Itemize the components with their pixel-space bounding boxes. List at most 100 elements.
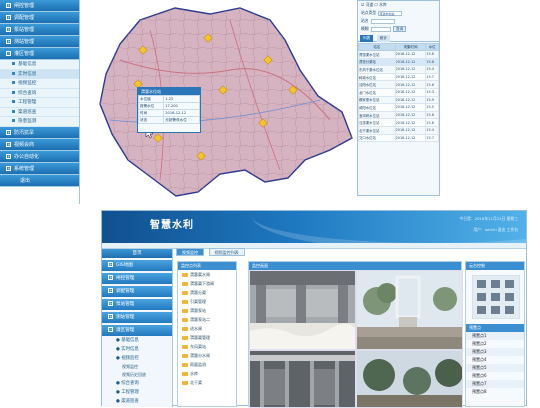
table-cell: 交口水位站 bbox=[358, 133, 396, 143]
table-row[interactable]: 龙门水位站 2016-12-12 15.3 bbox=[358, 87, 439, 97]
nav-item-gis[interactable]: + GIS地图 bbox=[102, 260, 172, 271]
sidebar-subitem-hazard[interactable]: 隐患监测 bbox=[0, 117, 79, 127]
preset-item[interactable]: 预置点7 bbox=[466, 380, 524, 388]
tree-node-label: 渭惠泵站二 bbox=[190, 317, 210, 322]
tab-stats[interactable]: 统计 bbox=[376, 35, 390, 42]
table-row[interactable]: 咸阳水位站 2016-12-12 15.5 bbox=[358, 103, 439, 112]
table-row[interactable]: 渭惠分渠站 2016-12-12 15.8 bbox=[358, 57, 439, 67]
logout-button[interactable]: 退出 bbox=[0, 174, 79, 187]
table-cell: 2016-12-12 bbox=[394, 57, 427, 67]
sidebar-subitem-video[interactable]: 视频监控 bbox=[0, 79, 79, 89]
preset-item[interactable]: 预置点5 bbox=[466, 364, 524, 372]
expand-icon: + bbox=[6, 15, 11, 20]
tab-video[interactable]: 视频监控 bbox=[176, 248, 204, 256]
nav-subitem-query[interactable]: ● 综合查询 bbox=[102, 379, 172, 388]
nav-leaf-video-live[interactable]: 视频监控 bbox=[102, 363, 172, 371]
sidebar-subitem-basic[interactable]: 基础信息 bbox=[0, 60, 79, 70]
folder-icon bbox=[182, 345, 188, 349]
nav-subitem-project[interactable]: ● 工程管理 bbox=[102, 388, 172, 397]
nav-subitem-patrol[interactable]: ● 渠道巡查 bbox=[102, 397, 172, 406]
preset-item[interactable]: 预置点6 bbox=[466, 372, 524, 380]
sidebar-item-videoconf[interactable]: + 视频会商 bbox=[0, 138, 79, 151]
preset-item[interactable]: 预置点4 bbox=[466, 356, 524, 364]
tree-node[interactable]: 渭惠分水闸 bbox=[178, 351, 236, 360]
tree-node[interactable]: 进水闸 bbox=[178, 324, 236, 333]
date-text: 今日是：2016年11月22日 星期三 bbox=[459, 216, 518, 221]
preset-item[interactable]: 预置点3 bbox=[466, 348, 524, 356]
tree-node[interactable]: 渭惠渠下游闸 bbox=[178, 279, 236, 288]
column-header[interactable]: 水位 bbox=[425, 43, 439, 51]
tree-node[interactable]: 渭惠泵站二 bbox=[178, 315, 236, 324]
tree-node[interactable]: 雨量监测 bbox=[178, 360, 236, 369]
tree-node[interactable]: 渭惠渠管理 bbox=[178, 333, 236, 342]
tree-node[interactable]: 北干渠 bbox=[178, 378, 236, 387]
video-cell-3[interactable] bbox=[249, 350, 356, 408]
sidebar-item-station[interactable]: + 测站管理 bbox=[0, 36, 79, 48]
table-row[interactable]: 宝鸡峡水位站 2016-12-12 15.6 bbox=[358, 110, 439, 120]
preset-item[interactable]: 预置点8 bbox=[466, 388, 524, 396]
video-cell-4[interactable] bbox=[356, 350, 463, 408]
tree-node-label: 渭惠泵站 bbox=[190, 308, 206, 313]
sidebar-subitem-realtime[interactable]: 实时信息 bbox=[0, 69, 79, 79]
table-row[interactable]: 北干渠水位站 2016-12-12 15.4 bbox=[358, 125, 439, 135]
nav-item-station[interactable]: + 测站管理 bbox=[102, 312, 172, 323]
table-row[interactable]: 交口水位站 2016-12-12 15.7 bbox=[358, 133, 439, 143]
video-cell-2[interactable] bbox=[356, 270, 463, 350]
sidebar-item-office[interactable]: + 办公自动化 bbox=[0, 150, 79, 163]
map-canvas[interactable] bbox=[80, 0, 360, 204]
tree-node[interactable]: 渭惠泵站 bbox=[178, 306, 236, 315]
sidebar-item-dispatch[interactable]: + 调配管理 bbox=[0, 12, 79, 24]
station-name-row: 站名 bbox=[358, 17, 439, 25]
station-name-input[interactable] bbox=[370, 18, 395, 24]
checkbox-reservoir[interactable]: ☐ bbox=[374, 2, 377, 7]
video-cell-1[interactable] bbox=[249, 270, 356, 350]
column-header[interactable]: 采集时间 bbox=[394, 43, 427, 51]
nav-item-pump[interactable]: + 泵站管理 bbox=[102, 299, 172, 310]
nav-subitem-video[interactable]: ● 视频监控 bbox=[102, 354, 172, 363]
expand-icon: + bbox=[6, 39, 11, 44]
checkbox-river[interactable]: ☑ bbox=[361, 2, 364, 7]
sidebar-item-system[interactable]: + 系统管理 bbox=[0, 162, 79, 175]
nav-subitem-basic[interactable]: ● 基础信息 bbox=[102, 336, 172, 345]
sidebar-item-flood[interactable]: + 防汛抗旱 bbox=[0, 126, 79, 139]
ptz-controls[interactable] bbox=[471, 274, 521, 320]
sidebar-subitem-query[interactable]: 综合查询 bbox=[0, 88, 79, 98]
nav-item-irrigation[interactable]: − 灌区管理 bbox=[102, 325, 172, 336]
tree-node[interactable]: 引渠管理 bbox=[178, 297, 236, 306]
tree-node[interactable]: 东风渠站 bbox=[178, 342, 236, 351]
nav-leaf-video-playback[interactable]: 视频历史回放 bbox=[102, 371, 172, 379]
table-cell: 15.4 bbox=[425, 125, 439, 135]
preset-item[interactable]: 预置点1 bbox=[466, 332, 524, 340]
sidebar-item-pump[interactable]: + 泵站管理 bbox=[0, 24, 79, 36]
search-button[interactable]: 查询 bbox=[393, 26, 407, 32]
sidebar-item-gate[interactable]: + 闸控管理 bbox=[0, 0, 79, 12]
popup-value: 17.200 bbox=[163, 102, 200, 110]
nav-title[interactable]: 首页 bbox=[102, 249, 172, 258]
table-cell: 东风干渠水位站 bbox=[358, 65, 396, 74]
sidebar-subitem-project[interactable]: 工程管理 bbox=[0, 98, 79, 108]
tree-node[interactable]: 水库 bbox=[178, 369, 236, 378]
fuzzy-input[interactable] bbox=[370, 26, 391, 32]
table-row[interactable]: 魏家堡水位站 2016-12-12 15.9 bbox=[358, 95, 439, 105]
tab-list[interactable]: 列表 bbox=[360, 35, 374, 42]
table-row[interactable]: 东风干渠水位站 2016-12-12 15.4 bbox=[358, 65, 439, 74]
sidebar-subitem-patrol[interactable]: 渠道巡查 bbox=[0, 107, 79, 117]
table-row[interactable]: 韩城水位站 2016-12-12 15.7 bbox=[358, 72, 439, 82]
table-row[interactable]: 泾惠渠水位站 2016-12-12 15.8 bbox=[358, 118, 439, 127]
station-type-select[interactable]: 河道水位站 bbox=[378, 10, 403, 16]
nav-item-dispatch[interactable]: + 调配管理 bbox=[102, 286, 172, 297]
table-row[interactable]: 渭惠渠水位站 2016-12-12 15.6 bbox=[358, 50, 439, 59]
nav-subitem-realtime[interactable]: ● 实时信息 bbox=[102, 345, 172, 354]
filter-checkboxes: ☑ 河道 ☐ 水库 bbox=[361, 2, 387, 7]
sidebar-item-irrigation[interactable]: − 灌区管理 bbox=[0, 48, 79, 60]
preset-item[interactable]: 预置点2 bbox=[466, 340, 524, 348]
table-cell: 15.7 bbox=[425, 72, 439, 82]
tree-node[interactable]: 渭惠分渠 bbox=[178, 288, 236, 297]
user-links[interactable]: 用户：admin 退出 工作台 bbox=[473, 227, 518, 233]
gis-map[interactable] bbox=[80, 0, 360, 204]
tree-node[interactable]: 渭惠渠水闸 bbox=[178, 270, 236, 279]
nav-item-gate[interactable]: + 闸控管理 bbox=[102, 273, 172, 284]
tab-video-list[interactable]: 视频监控列表 bbox=[208, 248, 245, 256]
table-row[interactable]: 泾阳水位站 2016-12-12 15.6 bbox=[358, 80, 439, 89]
column-header[interactable]: 站名 bbox=[358, 43, 396, 51]
